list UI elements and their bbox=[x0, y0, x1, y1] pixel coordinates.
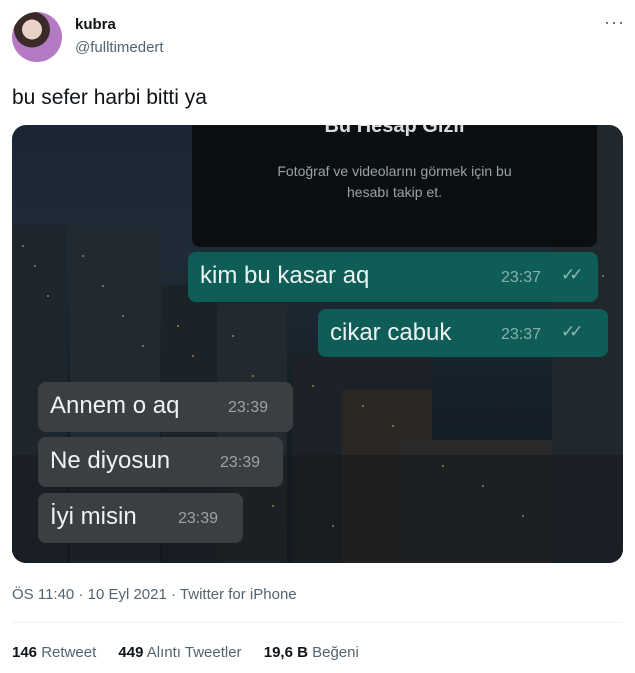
retweet-label: Retweet bbox=[41, 644, 97, 661]
double-check-icon: ✓✓ bbox=[561, 322, 583, 341]
quote-stat[interactable]: 449 Alıntı Tweetler bbox=[118, 644, 245, 661]
tweet-media[interactable]: Bu Hesap Gizli Fotoğraf ve videolarını g… bbox=[12, 125, 623, 563]
divider bbox=[12, 622, 623, 623]
double-check-icon: ✓✓ bbox=[561, 265, 583, 284]
message-text: Ne diyosun bbox=[50, 447, 171, 474]
tweet-date[interactable]: 10 Eyl 2021 bbox=[88, 586, 167, 603]
card-desc-line1: Fotoğraf ve videolarını görmek için bu bbox=[277, 163, 512, 179]
card-description: Fotoğraf ve videolarını görmek için bu h… bbox=[192, 161, 597, 203]
avatar[interactable] bbox=[12, 12, 62, 62]
message-text: Annem o aq bbox=[50, 392, 180, 419]
author-name[interactable]: kubra bbox=[75, 16, 116, 33]
more-icon[interactable]: ··· bbox=[604, 12, 625, 33]
message-time: 23:39 bbox=[220, 454, 261, 471]
message-text: İyi misin bbox=[50, 503, 137, 530]
message-bubble-received: Annem o aq 23:39 bbox=[38, 382, 293, 432]
like-stat[interactable]: 19,6 B Beğeni bbox=[264, 644, 359, 661]
quote-label: Alıntı Tweetler bbox=[146, 644, 242, 661]
tweet-text: bu sefer harbi bitti ya bbox=[12, 86, 207, 109]
message-time: 23:37 bbox=[501, 269, 542, 286]
message-bubble-sent: cikar cabuk 23:37 ✓✓ bbox=[318, 309, 608, 357]
message-bubble-received: Ne diyosun 23:39 bbox=[38, 437, 283, 487]
card-title: Bu Hesap Gizli bbox=[324, 125, 465, 137]
message-text: cikar cabuk bbox=[330, 319, 452, 346]
separator: · bbox=[171, 586, 177, 603]
tweet-source[interactable]: Twitter for iPhone bbox=[180, 586, 297, 603]
message-bubble-received: İyi misin 23:39 bbox=[38, 493, 243, 543]
tweet-meta: ÖS 11:40 · 10 Eyl 2021 · Twitter for iPh… bbox=[12, 586, 297, 603]
quote-count: 449 bbox=[118, 644, 144, 661]
message-time: 23:39 bbox=[178, 510, 219, 527]
author-handle[interactable]: @fulltimedert bbox=[75, 39, 164, 56]
separator: · bbox=[78, 586, 84, 603]
tweet-stats: 146 Retweet 449 Alıntı Tweetler 19,6 B B… bbox=[12, 644, 377, 661]
message-time: 23:39 bbox=[228, 399, 269, 416]
card-desc-line2: hesabı takip et. bbox=[347, 184, 442, 200]
message-time: 23:37 bbox=[501, 326, 542, 343]
message-text: kim bu kasar aq bbox=[200, 262, 370, 289]
retweet-stat[interactable]: 146 Retweet bbox=[12, 644, 100, 661]
retweet-count: 146 bbox=[12, 644, 38, 661]
like-count: 19,6 B bbox=[263, 644, 308, 661]
message-bubble-sent: kim bu kasar aq 23:37 ✓✓ bbox=[188, 252, 598, 302]
tweet-time[interactable]: ÖS 11:40 bbox=[12, 586, 74, 603]
private-account-card: Bu Hesap Gizli Fotoğraf ve videolarını g… bbox=[192, 125, 597, 247]
like-label: Beğeni bbox=[312, 644, 359, 661]
